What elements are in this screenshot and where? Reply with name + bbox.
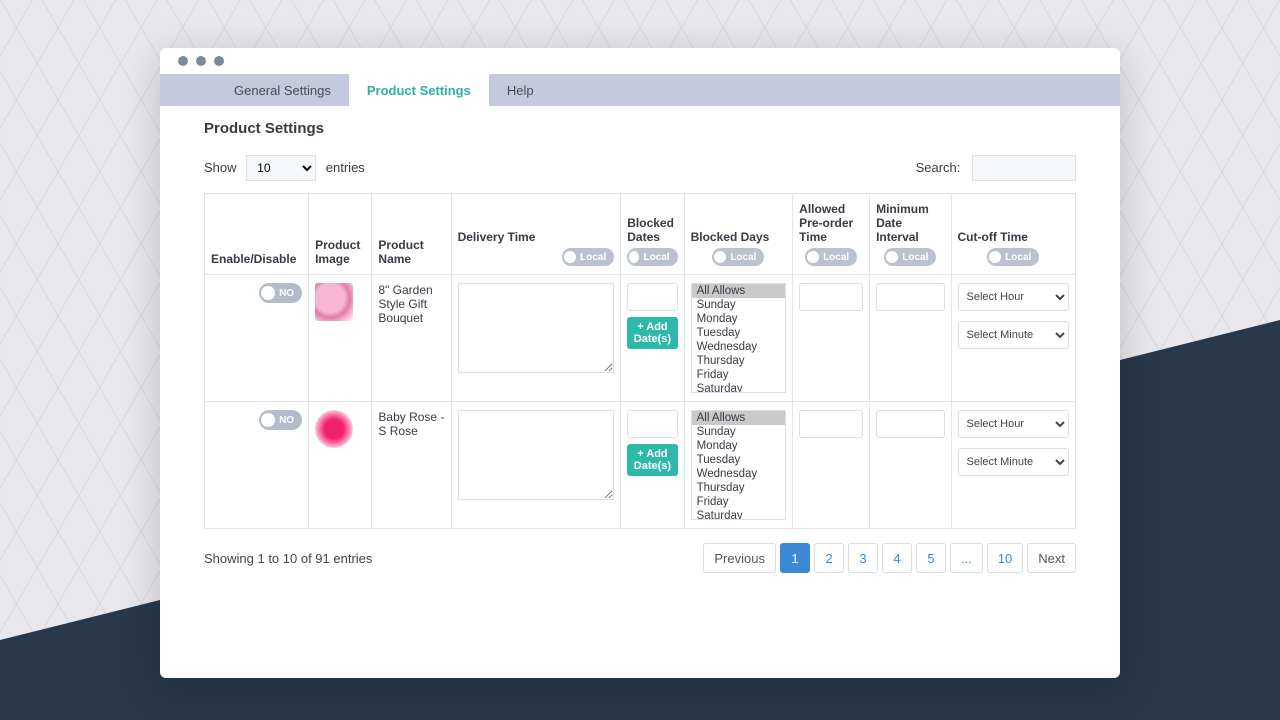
pagination-prev[interactable]: Previous (703, 543, 776, 573)
table-controls: Show 10 entries Search: (204, 155, 1076, 181)
table-row: NO 8" Garden Style Gift Bouquet + Add Date… (205, 275, 1076, 402)
table-row: NO Baby Rose - S Rose + Add Date(s) All All… (205, 402, 1076, 529)
day-option[interactable]: Wednesday (692, 467, 786, 481)
enable-toggle[interactable]: NO (259, 410, 302, 430)
product-name-cell: 8" Garden Style Gift Bouquet (372, 275, 451, 402)
local-badge[interactable]: Local (562, 248, 614, 266)
entries-control: Show 10 entries (204, 155, 365, 181)
pagination-page-10[interactable]: 10 (987, 543, 1023, 573)
table-footer: Showing 1 to 10 of 91 entries Previous12… (204, 543, 1076, 573)
entries-select[interactable]: 10 (246, 155, 316, 181)
col-product-name: Product Name (372, 194, 451, 275)
search-label: Search: (916, 160, 961, 175)
add-dates-button[interactable]: + Add Date(s) (627, 444, 677, 476)
day-option[interactable]: Monday (692, 439, 786, 453)
col-blocked-days: Blocked Days Local (684, 194, 793, 275)
day-option[interactable]: Thursday (692, 481, 786, 495)
tab-spacer (160, 74, 216, 106)
col-delivery-time: Delivery Time Local (451, 194, 621, 275)
enable-toggle[interactable]: NO (259, 283, 302, 303)
show-label-before: Show (204, 160, 237, 175)
col-cutoff-time: Cut-off Time Local (951, 194, 1075, 275)
day-option[interactable]: All Allows (692, 411, 786, 425)
min-interval-input[interactable] (876, 283, 944, 311)
day-option[interactable]: Sunday (692, 425, 786, 439)
day-option[interactable]: Saturday (692, 382, 786, 393)
product-name-cell: Baby Rose - S Rose (372, 402, 451, 529)
pagination-ellipsis[interactable]: ... (950, 543, 983, 573)
entries-info: Showing 1 to 10 of 91 entries (204, 551, 372, 566)
tab-bar: General Settings Product Settings Help (160, 74, 1120, 106)
pagination-page-4[interactable]: 4 (882, 543, 912, 573)
blocked-dates-input[interactable] (627, 410, 677, 438)
table-header-row: Enable/Disable Product Image Product Nam… (205, 194, 1076, 275)
local-badge[interactable]: Local (805, 248, 857, 266)
tab-product-settings[interactable]: Product Settings (349, 74, 489, 106)
col-blocked-dates-label: Blocked Dates (627, 216, 677, 244)
min-interval-input[interactable] (876, 410, 944, 438)
pagination-page-2[interactable]: 2 (814, 543, 844, 573)
local-badge[interactable]: Local (884, 248, 936, 266)
pagination-page-5[interactable]: 5 (916, 543, 946, 573)
local-badge[interactable]: Local (627, 248, 677, 266)
product-thumbnail (315, 283, 353, 321)
col-preorder-label: Allowed Pre-order Time (799, 202, 863, 244)
app-window: General Settings Product Settings Help P… (160, 48, 1120, 678)
cutoff-minute-select[interactable]: Select Minute (958, 321, 1069, 349)
search-control: Search: (916, 155, 1076, 181)
preorder-time-input[interactable] (799, 283, 863, 311)
delivery-time-input[interactable] (458, 283, 615, 373)
window-titlebar (160, 48, 1120, 74)
cutoff-minute-select[interactable]: Select Minute (958, 448, 1069, 476)
day-option[interactable]: All Allows (692, 284, 786, 298)
day-option[interactable]: Saturday (692, 509, 786, 520)
day-option[interactable]: Wednesday (692, 340, 786, 354)
day-option[interactable]: Friday (692, 495, 786, 509)
blocked-days-list[interactable]: All AllowsSundayMondayTuesdayWednesdayTh… (691, 410, 787, 520)
col-blocked-days-label: Blocked Days (691, 230, 787, 244)
pagination-page-1[interactable]: 1 (780, 543, 810, 573)
tab-help[interactable]: Help (489, 74, 552, 106)
day-option[interactable]: Tuesday (692, 453, 786, 467)
col-min-interval-label: Minimum Date Interval (876, 202, 944, 244)
search-input[interactable] (972, 155, 1076, 181)
products-table: Enable/Disable Product Image Product Nam… (204, 193, 1076, 529)
col-delivery-label: Delivery Time (458, 230, 615, 244)
content-area: Product Settings Show 10 entries Search: (160, 106, 1120, 678)
delivery-time-input[interactable] (458, 410, 615, 500)
preorder-time-input[interactable] (799, 410, 863, 438)
col-cutoff-label: Cut-off Time (958, 230, 1069, 244)
col-product-image: Product Image (309, 194, 372, 275)
col-preorder-time: Allowed Pre-order Time Local (793, 194, 870, 275)
local-badge[interactable]: Local (712, 248, 764, 266)
window-dot-icon (214, 56, 224, 66)
show-label-after: entries (326, 160, 365, 175)
col-enable-disable: Enable/Disable (205, 194, 309, 275)
pagination-page-3[interactable]: 3 (848, 543, 878, 573)
product-thumbnail (315, 410, 353, 448)
col-min-interval: Minimum Date Interval Local (870, 194, 951, 275)
blocked-days-list[interactable]: All AllowsSundayMondayTuesdayWednesdayTh… (691, 283, 787, 393)
pagination: Previous12345...10Next (703, 543, 1076, 573)
local-badge[interactable]: Local (987, 248, 1039, 266)
window-dot-icon (178, 56, 188, 66)
day-option[interactable]: Friday (692, 368, 786, 382)
day-option[interactable]: Monday (692, 312, 786, 326)
day-option[interactable]: Tuesday (692, 326, 786, 340)
page-title: Product Settings (204, 120, 1076, 137)
day-option[interactable]: Sunday (692, 298, 786, 312)
add-dates-button[interactable]: + Add Date(s) (627, 317, 677, 349)
window-dot-icon (196, 56, 206, 66)
cutoff-hour-select[interactable]: Select Hour (958, 283, 1069, 311)
blocked-dates-input[interactable] (627, 283, 677, 311)
pagination-next[interactable]: Next (1027, 543, 1076, 573)
col-blocked-dates: Blocked Dates Local (621, 194, 684, 275)
tab-general-settings[interactable]: General Settings (216, 74, 349, 106)
cutoff-hour-select[interactable]: Select Hour (958, 410, 1069, 438)
day-option[interactable]: Thursday (692, 354, 786, 368)
